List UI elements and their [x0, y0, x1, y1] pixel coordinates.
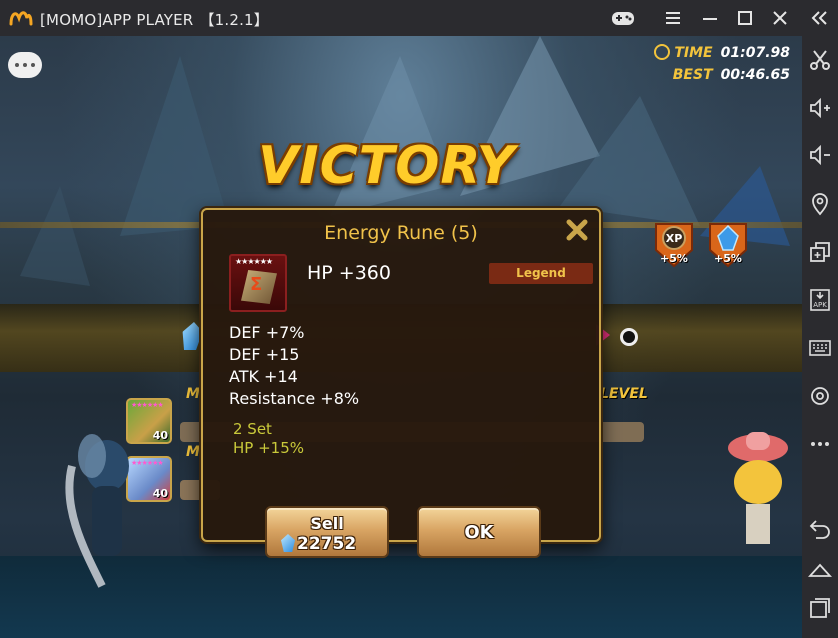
location-icon[interactable] — [808, 192, 832, 216]
menu-icon[interactable] — [660, 6, 686, 30]
settings-icon[interactable] — [808, 384, 832, 408]
apk-label: APK — [813, 301, 827, 309]
mana-coin-icon — [620, 328, 638, 346]
more-icon[interactable] — [808, 432, 832, 456]
energy-rune-icon: ★★★★★★ Σ — [229, 254, 287, 312]
maximize-icon[interactable] — [732, 6, 758, 30]
minimize-icon[interactable] — [697, 6, 723, 30]
rune-main-stat: HP +360 — [307, 262, 391, 284]
set-effect: HP +15% — [233, 439, 305, 457]
xp-bonus-value: +5% — [660, 252, 688, 265]
monster-label-1: M — [186, 386, 200, 402]
crystal-bonus-badge: +5% — [706, 220, 750, 270]
recent-apps-icon[interactable] — [808, 596, 832, 620]
clock-icon — [654, 44, 671, 60]
chat-icon[interactable] — [8, 52, 42, 78]
rune-set-bonus: 2 Set HP +15% — [233, 420, 304, 458]
sell-label: Sell — [310, 514, 344, 533]
best-value: 00:46.65 — [720, 67, 790, 83]
scissors-icon[interactable] — [808, 48, 832, 72]
rune-grade-badge: Legend — [489, 263, 593, 284]
game-screen[interactable]: TIME 01:07.98 BEST 00:46.65 VICTORY XP +5%… — [0, 36, 802, 638]
window-title: [MOMO]APP PLAYER 【1.2.1】 — [40, 9, 269, 30]
ok-button[interactable]: OK — [417, 506, 541, 558]
crystal-icon — [281, 534, 295, 552]
sell-button[interactable]: Sell 22752 — [265, 506, 389, 558]
xp-bonus-badge: XP +5% — [652, 220, 696, 270]
volume-up-icon[interactable] — [808, 96, 832, 120]
best-label: BEST — [672, 67, 713, 83]
title-bar: [MOMO]APP PLAYER 【1.2.1】 — [0, 0, 838, 36]
character-right — [728, 432, 788, 544]
volume-down-icon[interactable] — [808, 143, 832, 167]
time-label: TIME — [674, 45, 713, 61]
emulator-sidebar: APK — [802, 36, 838, 638]
level-label: LEVEL — [600, 386, 648, 402]
sell-amount: 22752 — [297, 534, 357, 554]
crystal-bonus-value: +5% — [714, 252, 742, 265]
time-value: 01:07.98 — [720, 45, 790, 61]
collapse-sidebar-icon[interactable] — [807, 6, 833, 30]
monster-label-2: M — [186, 444, 200, 460]
home-icon[interactable] — [807, 556, 833, 580]
app-name: [MOMO]APP PLAYER — [40, 11, 194, 29]
character-left — [65, 434, 129, 588]
app-version: 【1.2.1】 — [199, 11, 270, 29]
rune-symbol: Σ — [250, 274, 263, 295]
rune-dialog: Energy Rune (5) ★★★★★★ Σ HP +360 Legend … — [201, 208, 601, 558]
victory-banner: VICTORY — [258, 136, 516, 196]
apk-install-icon[interactable]: APK — [808, 288, 832, 312]
substat-1: DEF +7% — [229, 323, 305, 342]
xp-bonus-title: XP — [666, 232, 683, 245]
sell-price: 22752 — [281, 534, 356, 554]
keyboard-icon[interactable] — [808, 336, 832, 360]
time-panel: TIME 01:07.98 BEST 00:46.65 — [654, 42, 790, 86]
close-dialog-icon[interactable] — [565, 218, 589, 242]
set-count: 2 Set — [233, 420, 272, 438]
ok-label: OK — [464, 522, 494, 543]
back-icon[interactable] — [808, 516, 832, 540]
rune-title: Energy Rune (5) — [324, 222, 478, 244]
rune-substats: DEF +7% DEF +15 ATK +14 Resistance +8% — [229, 322, 359, 410]
momo-logo-icon — [9, 11, 33, 26]
substat-2: DEF +15 — [229, 345, 300, 364]
rune-stars: ★★★★★★ — [235, 257, 273, 266]
gamepad-icon[interactable] — [610, 6, 636, 30]
monster-stars-1: ★★★★★★ — [131, 401, 164, 409]
substat-3: ATK +14 — [229, 367, 298, 386]
multi-window-icon[interactable] — [808, 240, 832, 264]
close-icon[interactable] — [767, 6, 793, 30]
substat-4: Resistance +8% — [229, 389, 360, 408]
